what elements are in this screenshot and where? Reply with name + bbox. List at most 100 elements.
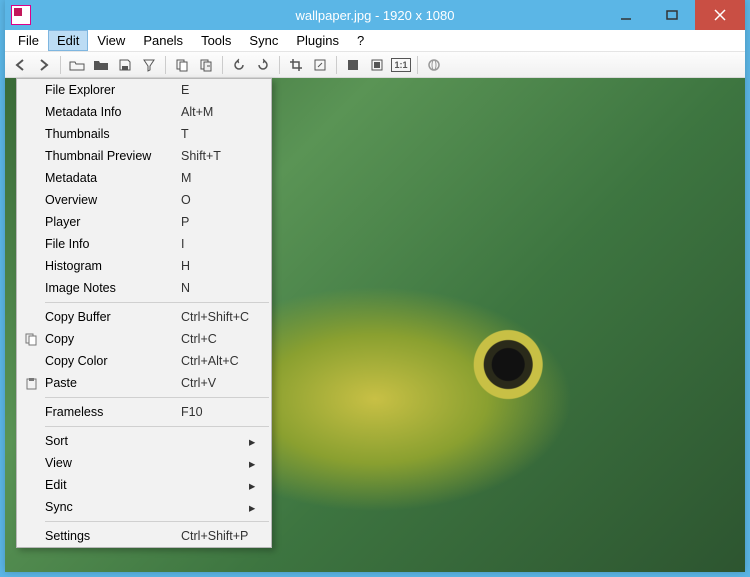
menu-item-label: Histogram bbox=[45, 259, 181, 273]
next-button[interactable] bbox=[33, 55, 55, 75]
menu-separator bbox=[45, 521, 269, 522]
menu-item-copy-buffer[interactable]: Copy BufferCtrl+Shift+C bbox=[17, 306, 271, 328]
menu-tools[interactable]: Tools bbox=[192, 30, 240, 51]
window-controls bbox=[603, 0, 745, 30]
crop-button[interactable] bbox=[285, 55, 307, 75]
menu-item-label: Sync bbox=[45, 500, 181, 514]
menu-item-overview[interactable]: OverviewO bbox=[17, 189, 271, 211]
menu-item-player[interactable]: PlayerP bbox=[17, 211, 271, 233]
menu-item-label: Copy bbox=[45, 332, 181, 346]
move-file-icon bbox=[199, 58, 213, 72]
menu-view[interactable]: View bbox=[88, 30, 134, 51]
paste-icon-slot bbox=[17, 377, 45, 390]
folder-icon bbox=[93, 58, 109, 72]
fit-window-icon bbox=[370, 58, 384, 72]
toolbar-separator bbox=[60, 56, 61, 74]
menu-item-label: File Info bbox=[45, 237, 181, 251]
menu-item-copy[interactable]: CopyCtrl+C bbox=[17, 328, 271, 350]
menu-item-label: Copy Buffer bbox=[45, 310, 181, 324]
resize-button[interactable] bbox=[309, 55, 331, 75]
menu-item-label: Copy Color bbox=[45, 354, 181, 368]
folder-button[interactable] bbox=[90, 55, 112, 75]
copy-file-button[interactable] bbox=[171, 55, 193, 75]
menu-item-histogram[interactable]: HistogramH bbox=[17, 255, 271, 277]
menu-separator bbox=[45, 397, 269, 398]
menu-item-settings[interactable]: SettingsCtrl+Shift+P bbox=[17, 525, 271, 547]
menu-item-file-info[interactable]: File InfoI bbox=[17, 233, 271, 255]
menu-item-shortcut: N bbox=[181, 281, 249, 295]
gps-button[interactable] bbox=[423, 55, 445, 75]
menu-item-copy-color[interactable]: Copy ColorCtrl+Alt+C bbox=[17, 350, 271, 372]
menu-separator bbox=[45, 302, 269, 303]
app-icon bbox=[11, 5, 31, 25]
titlebar: wallpaper.jpg - 1920 x 1080 bbox=[5, 0, 745, 30]
menu-item-thumbnails[interactable]: ThumbnailsT bbox=[17, 123, 271, 145]
menu-item-shortcut: Shift+T bbox=[181, 149, 249, 163]
menu-panels[interactable]: Panels bbox=[134, 30, 192, 51]
next-icon bbox=[37, 58, 51, 72]
minimize-button[interactable] bbox=[603, 0, 649, 30]
rotate-cw-button[interactable] bbox=[252, 55, 274, 75]
menu-item-label: File Explorer bbox=[45, 83, 181, 97]
prev-icon bbox=[13, 58, 27, 72]
menu-item-label: Edit bbox=[45, 478, 181, 492]
menu-item-edit[interactable]: Edit ▸ bbox=[17, 474, 271, 496]
submenu-arrow-icon: ▸ bbox=[249, 456, 259, 471]
minimize-icon bbox=[620, 9, 632, 21]
fit-window-button[interactable] bbox=[366, 55, 388, 75]
toolbar-separator bbox=[279, 56, 280, 74]
actual-size-button[interactable]: 1:1 bbox=[390, 55, 412, 75]
menu-plugins[interactable]: Plugins bbox=[287, 30, 348, 51]
menu-item-image-notes[interactable]: Image NotesN bbox=[17, 277, 271, 299]
filter-button[interactable] bbox=[138, 55, 160, 75]
menu-item-label: Sort bbox=[45, 434, 181, 448]
filter-icon bbox=[142, 58, 156, 72]
menu-sync[interactable]: Sync bbox=[240, 30, 287, 51]
toolbar-separator bbox=[165, 56, 166, 74]
menu-item-shortcut: P bbox=[181, 215, 249, 229]
menu-item-paste[interactable]: PasteCtrl+V bbox=[17, 372, 271, 394]
close-button[interactable] bbox=[695, 0, 745, 30]
menu-item-sort[interactable]: Sort▸ bbox=[17, 430, 271, 452]
save-icon bbox=[118, 58, 132, 72]
menu-item-shortcut: O bbox=[181, 193, 249, 207]
menu-file[interactable]: File bbox=[9, 30, 48, 51]
toolbar-separator bbox=[222, 56, 223, 74]
menu-[interactable]: ? bbox=[348, 30, 373, 51]
folder-open-icon bbox=[69, 58, 85, 72]
rotate-ccw-button[interactable] bbox=[228, 55, 250, 75]
folder-open-button[interactable] bbox=[66, 55, 88, 75]
menu-item-file-explorer[interactable]: File ExplorerE bbox=[17, 79, 271, 101]
menu-item-label: Settings bbox=[45, 529, 181, 543]
menu-item-sync[interactable]: Sync▸ bbox=[17, 496, 271, 518]
menu-item-shortcut: F10 bbox=[181, 405, 249, 419]
toolbar-separator bbox=[336, 56, 337, 74]
menu-item-view[interactable]: View ▸ bbox=[17, 452, 271, 474]
menu-item-shortcut: Ctrl+Shift+P bbox=[181, 529, 249, 543]
move-file-button[interactable] bbox=[195, 55, 217, 75]
gps-icon bbox=[427, 58, 441, 72]
menu-item-shortcut: E bbox=[181, 83, 249, 97]
submenu-arrow-icon: ▸ bbox=[249, 478, 259, 493]
menu-item-label: View bbox=[45, 456, 181, 470]
menu-item-shortcut: T bbox=[181, 127, 249, 141]
crop-icon bbox=[289, 58, 303, 72]
prev-button[interactable] bbox=[9, 55, 31, 75]
save-button[interactable] bbox=[114, 55, 136, 75]
menu-item-shortcut: Alt+M bbox=[181, 105, 249, 119]
maximize-button[interactable] bbox=[649, 0, 695, 30]
actual-size-icon: 1:1 bbox=[391, 58, 410, 72]
menu-item-label: Player bbox=[45, 215, 181, 229]
window-title: wallpaper.jpg - 1920 x 1080 bbox=[295, 8, 454, 23]
menu-item-label: Metadata Info bbox=[45, 105, 181, 119]
menu-item-metadata[interactable]: MetadataM bbox=[17, 167, 271, 189]
copy-file-icon bbox=[175, 58, 189, 72]
paste-icon bbox=[25, 377, 38, 390]
menu-edit[interactable]: Edit bbox=[48, 30, 88, 51]
menu-item-thumbnail-preview[interactable]: Thumbnail PreviewShift+T bbox=[17, 145, 271, 167]
menu-item-metadata-info[interactable]: Metadata InfoAlt+M bbox=[17, 101, 271, 123]
fullscreen-button[interactable] bbox=[342, 55, 364, 75]
menu-item-shortcut: Ctrl+Alt+C bbox=[181, 354, 249, 368]
menu-item-frameless[interactable]: FramelessF10 bbox=[17, 401, 271, 423]
fullscreen-icon bbox=[346, 58, 360, 72]
